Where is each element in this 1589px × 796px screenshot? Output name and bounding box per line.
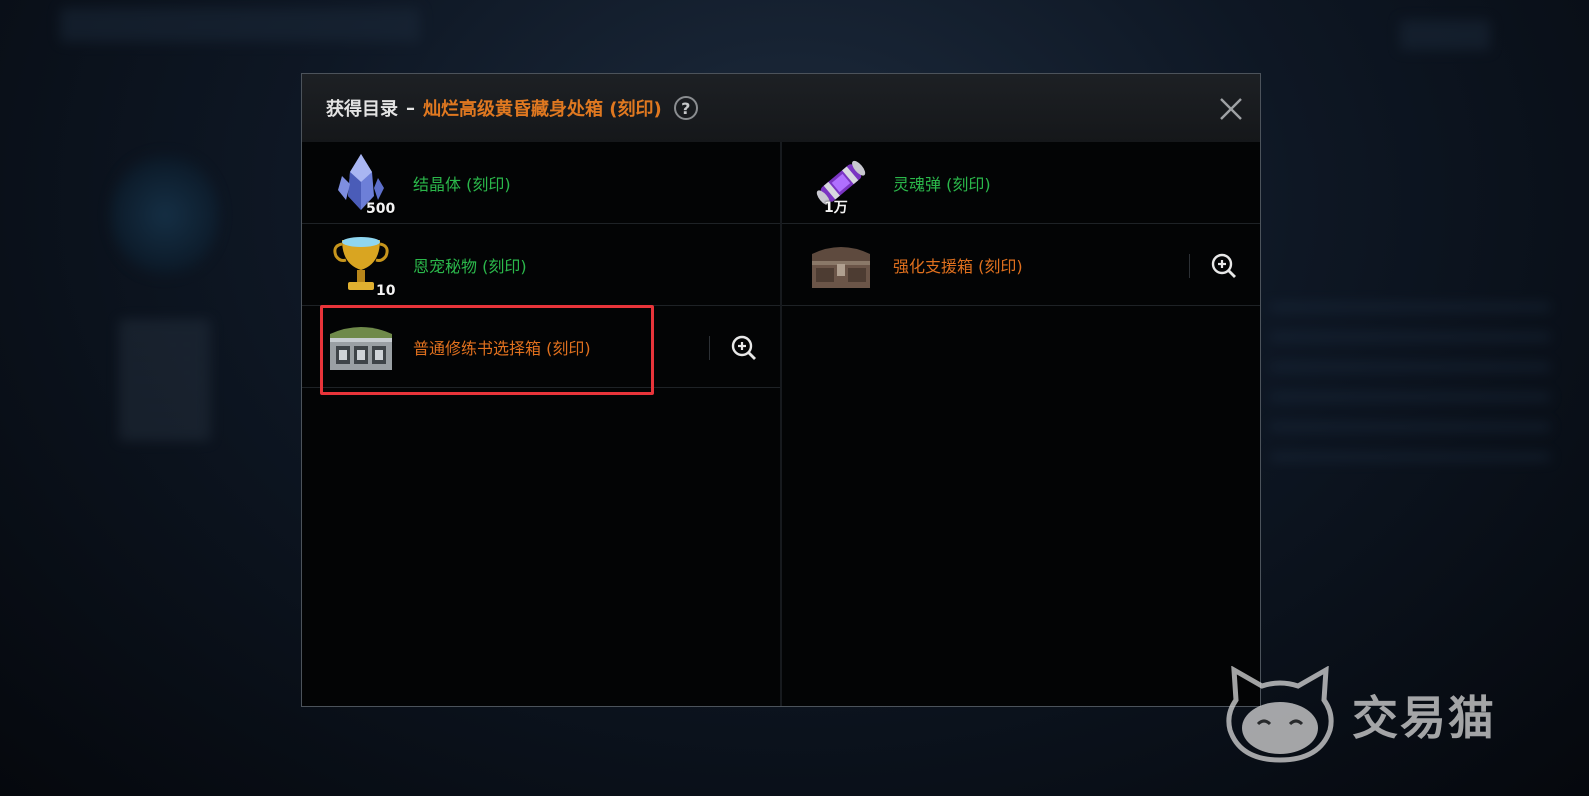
background-top-bar	[60, 8, 420, 42]
item-quantity: 500	[366, 201, 396, 217]
item-quantity: 10	[376, 283, 396, 299]
list-item[interactable]: 10 恩宠秘物 (刻印)	[302, 224, 780, 306]
item-name: 恩宠秘物 (刻印)	[413, 256, 527, 276]
dialog-header: 获得目录 – 灿烂高级黄昏藏身处箱 (刻印) ?	[302, 74, 1260, 142]
zoom-in-icon[interactable]	[1210, 252, 1238, 280]
title-separator: –	[406, 97, 415, 119]
dialog-title: 获得目录	[326, 99, 398, 120]
item-name: 灵魂弹 (刻印)	[893, 174, 991, 194]
zoom-divider	[709, 336, 710, 360]
item-grid: 500 结晶体 (刻印) 1万 灵魂弹 (刻印) 10 恩宠秘物 (刻印) 强化…	[302, 142, 1260, 706]
list-item[interactable]: 500 结晶体 (刻印)	[302, 142, 780, 224]
background-panel	[1270, 290, 1550, 460]
watermark-text: 交易猫	[1352, 691, 1496, 745]
background-corner	[1400, 20, 1490, 50]
item-name: 结晶体 (刻印)	[413, 174, 511, 194]
list-item[interactable]: 强化支援箱 (刻印)	[782, 224, 1260, 306]
background-orb	[110, 150, 220, 280]
zoom-in-icon[interactable]	[730, 334, 758, 362]
item-quantity: 1万	[824, 200, 848, 216]
highlight-box	[320, 305, 654, 395]
background-grid	[120, 320, 210, 440]
help-icon[interactable]: ?	[673, 96, 698, 120]
close-icon[interactable]	[1218, 96, 1244, 122]
cat-logo-icon	[1226, 666, 1334, 763]
list-item[interactable]: 1万 灵魂弹 (刻印)	[782, 142, 1260, 224]
chest-icon	[812, 247, 870, 288]
watermark: 交易猫	[1222, 666, 1496, 764]
dialog-item-name: 灿烂高级黄昏藏身处箱 (刻印)	[423, 99, 662, 120]
item-name: 强化支援箱 (刻印)	[893, 256, 1023, 276]
zoom-divider	[1189, 254, 1190, 278]
